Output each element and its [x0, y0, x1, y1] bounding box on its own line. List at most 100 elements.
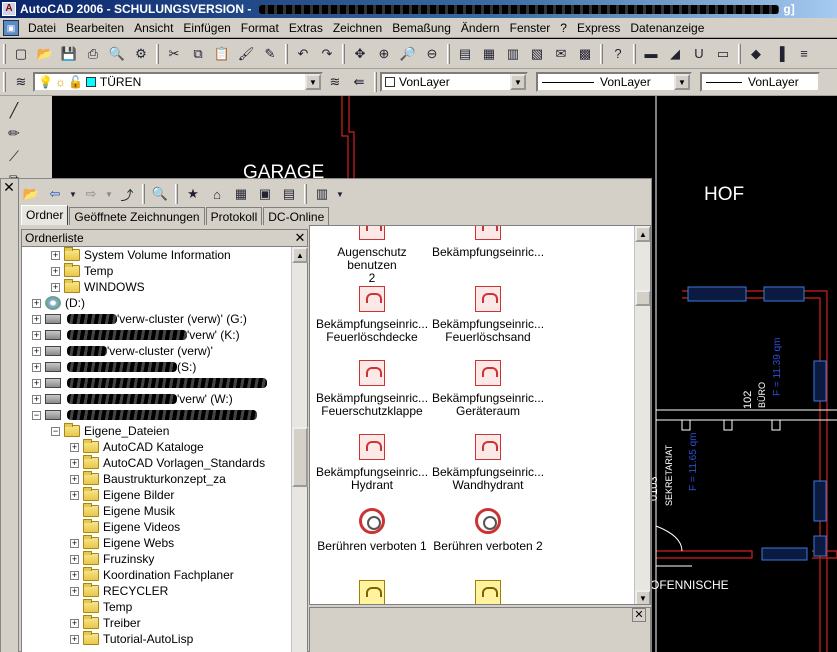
- zoom-realtime-icon[interactable]: ⊕: [373, 43, 395, 65]
- toolbar-grip[interactable]: [3, 72, 6, 92]
- block-item[interactable]: Berühren verboten 2: [428, 508, 548, 553]
- block-item[interactable]: Augenschutz benutzen 2: [312, 226, 432, 285]
- tree-row[interactable]: Eigene Videos: [70, 519, 180, 535]
- scroll-up-icon[interactable]: ▲: [635, 226, 650, 242]
- expand-icon[interactable]: +: [32, 394, 41, 404]
- scroll-down-icon[interactable]: ▼: [635, 590, 650, 604]
- menu-item-3[interactable]: Ansicht: [129, 21, 178, 35]
- collapse-icon[interactable]: −: [32, 410, 41, 420]
- block-item[interactable]: Bekämpfungseinric... Feuerlöschsand: [428, 286, 548, 344]
- block-item[interactable]: [428, 580, 548, 604]
- layer-previous-icon[interactable]: ⇚: [348, 71, 370, 93]
- erase-icon[interactable]: ✏: [4, 123, 24, 143]
- block-item[interactable]: Bekämpfungseinric... Feuerlöschdecke: [312, 286, 432, 344]
- save-icon[interactable]: 💾: [58, 43, 80, 65]
- layer-lock-icon[interactable]: 🔓: [68, 75, 83, 89]
- up-folder-icon[interactable]: ⤴: [116, 183, 138, 205]
- calculator-icon[interactable]: ▩: [574, 43, 596, 65]
- text-icon[interactable]: ▭: [712, 43, 734, 65]
- tree-row[interactable]: + AutoCAD Kataloge: [70, 439, 204, 455]
- print-icon[interactable]: ⎙: [82, 43, 104, 65]
- layer-on-icon[interactable]: 💡: [38, 75, 53, 89]
- zoom-previous-icon[interactable]: ⊖: [421, 43, 443, 65]
- menu-item-5[interactable]: Format: [236, 21, 284, 35]
- tab-ordner[interactable]: Ordner: [21, 205, 69, 225]
- designcenter-icon[interactable]: ▦: [478, 43, 500, 65]
- autocad-app-icon[interactable]: A: [2, 2, 16, 16]
- tab-protokoll[interactable]: Protokoll: [205, 207, 263, 225]
- layer-dropdown[interactable]: 💡 ☼ 🔓 TÜREN ▼: [33, 72, 323, 92]
- forward-icon[interactable]: ⇨: [80, 183, 102, 205]
- block-item[interactable]: Bekämpfungseinric... Geräteraum: [428, 360, 548, 418]
- tree-row[interactable]: + Baustrukturkonzept_za: [70, 471, 226, 487]
- color-dropdown[interactable]: VonLayer ▼: [380, 72, 528, 92]
- expand-icon[interactable]: +: [70, 618, 79, 628]
- tree-row[interactable]: Temp: [70, 599, 132, 615]
- undo-icon[interactable]: ↶: [292, 43, 314, 65]
- expand-icon[interactable]: +: [70, 442, 79, 452]
- menu-item-1[interactable]: Datei: [23, 21, 61, 35]
- preview-toggle-icon[interactable]: ▣: [254, 183, 276, 205]
- tab-dc-online[interactable]: DC-Online: [263, 207, 330, 225]
- tree-row[interactable]: + (D:): [32, 295, 85, 311]
- expand-icon[interactable]: +: [32, 346, 41, 356]
- redo-icon[interactable]: ↷: [316, 43, 338, 65]
- search-icon[interactable]: 🔍: [149, 183, 171, 205]
- measure-icon[interactable]: ▐: [769, 43, 791, 65]
- description-toggle-icon[interactable]: ▤: [278, 183, 300, 205]
- tree-row[interactable]: + Treiber: [70, 615, 141, 631]
- tree-row[interactable]: + 'verw-cluster (verw)' (G:): [32, 311, 247, 327]
- menu-item-10[interactable]: Fenster: [505, 21, 556, 35]
- menu-item-12[interactable]: Express: [572, 21, 625, 35]
- expand-icon[interactable]: +: [32, 330, 41, 340]
- chevron-down-icon[interactable]: ▼: [674, 74, 690, 90]
- menu-item-13[interactable]: Datenanzeige: [625, 21, 709, 35]
- scroll-thumb[interactable]: [635, 290, 650, 306]
- folder-tree-scrollbar[interactable]: ▲: [291, 247, 308, 652]
- help-icon[interactable]: ?: [607, 43, 629, 65]
- publish-icon[interactable]: ⚙: [130, 43, 152, 65]
- chevron-down-icon[interactable]: ▼: [335, 183, 345, 205]
- content-scrollbar[interactable]: ▲ ▼: [634, 226, 650, 604]
- new-file-icon[interactable]: ▢: [10, 43, 32, 65]
- chevron-down-icon[interactable]: ▼: [510, 74, 526, 90]
- block-item[interactable]: Bekämpfungseinric... Feuerschutzklappe: [312, 360, 432, 418]
- menu-item-6[interactable]: Extras: [284, 21, 328, 35]
- layer-freeze-icon[interactable]: ☼: [55, 75, 66, 89]
- menu-item-8[interactable]: Bemaßung: [387, 21, 456, 35]
- expand-icon[interactable]: +: [51, 250, 60, 260]
- draw-order-icon[interactable]: ▬: [640, 43, 662, 65]
- expand-icon[interactable]: +: [70, 570, 79, 580]
- markup-icon[interactable]: ✉: [550, 43, 572, 65]
- tree-row[interactable]: + Eigene Bilder: [70, 487, 174, 503]
- home-icon[interactable]: ⌂: [206, 183, 228, 205]
- chevron-down-icon[interactable]: ▼: [305, 74, 321, 90]
- tree-row[interactable]: + 'verw-cluster (verw)': [32, 343, 213, 359]
- views-icon[interactable]: ▥: [311, 183, 333, 205]
- tree-row[interactable]: + AutoCAD Vorlagen_Standards: [70, 455, 265, 471]
- document-menu-icon[interactable]: ▣: [3, 19, 19, 36]
- favorites-icon[interactable]: ★: [182, 183, 204, 205]
- menu-item-4[interactable]: Einfügen: [178, 21, 235, 35]
- expand-icon[interactable]: +: [70, 586, 79, 596]
- diamond-icon[interactable]: ◆: [745, 43, 767, 65]
- tree-row[interactable]: + (S:): [32, 359, 196, 375]
- menu-item-2[interactable]: Bearbeiten: [61, 21, 129, 35]
- lineweight-dropdown[interactable]: VonLayer: [700, 72, 820, 92]
- chevron-down-icon[interactable]: ▼: [104, 183, 114, 205]
- stack-icon[interactable]: ≡: [793, 43, 815, 65]
- zoom-window-icon[interactable]: 🔎: [397, 43, 419, 65]
- tree-row[interactable]: −: [32, 407, 257, 423]
- magnet-icon[interactable]: U: [688, 43, 710, 65]
- print-preview-icon[interactable]: 🔍: [106, 43, 128, 65]
- close-icon[interactable]: ✕: [1, 179, 17, 195]
- menu-item-11[interactable]: ?: [555, 21, 572, 35]
- chevron-down-icon[interactable]: ▼: [68, 183, 78, 205]
- block-item[interactable]: Bekämpfungseinric... Hydrant: [312, 434, 432, 492]
- block-item[interactable]: Berühren verboten 1: [312, 508, 432, 553]
- expand-icon[interactable]: +: [70, 458, 79, 468]
- menu-item-7[interactable]: Zeichnen: [328, 21, 387, 35]
- palette-side-bar[interactable]: ✕: [1, 179, 19, 652]
- tree-row[interactable]: − Eigene_Dateien: [51, 423, 169, 439]
- tool-palettes-icon[interactable]: ▥: [502, 43, 524, 65]
